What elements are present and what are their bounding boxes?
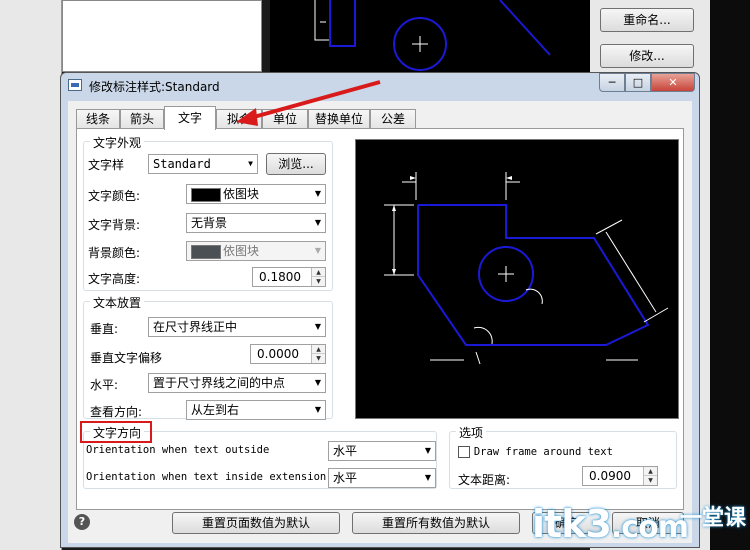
chevron-down-icon: ▼ [314, 189, 321, 198]
background-color-label: 背景颜色: [88, 246, 141, 260]
background-preview [270, 0, 590, 72]
watermark: itk3.com 一堂课 [532, 500, 750, 550]
title-bar[interactable]: 修改标注样式:Standard ─ □ ✕ [61, 73, 699, 99]
text-style-select[interactable]: Standard ▼ [148, 154, 258, 174]
text-tab-panel: 文字外观 文字样 Standard ▼ 浏览... 文字颜色: 依图块 ▼ 文字背景… [76, 128, 684, 510]
options-group: 选项 Draw frame around text 文本距离: 0.0900 ▲… [449, 424, 677, 489]
maximize-button[interactable]: □ [625, 73, 651, 92]
draw-frame-label: Draw frame around text [473, 446, 613, 458]
spin-up-icon[interactable]: ▲ [311, 268, 325, 277]
browse-button[interactable]: 浏览... [266, 153, 326, 175]
outside-orientation-value: 水平 [333, 444, 358, 458]
view-direction-select[interactable]: 从左到右 ▼ [186, 400, 326, 420]
vertical-label: 垂直: [90, 322, 119, 336]
text-color-value: 依图块 [223, 187, 260, 201]
help-icon[interactable]: ? [74, 514, 90, 530]
text-distance-spinner[interactable]: 0.0900 ▲ ▼ [582, 466, 658, 486]
tab-fit[interactable]: 拟合 [216, 109, 262, 129]
horizontal-label: 水平: [90, 378, 119, 392]
text-placement-title: 文本放置 [90, 294, 145, 311]
text-distance-value: 0.0900 [589, 469, 631, 483]
chevron-down-icon: ▼ [314, 246, 321, 255]
text-style-label: 文字样 [88, 158, 125, 172]
watermark-sub: 一堂课 [679, 506, 746, 531]
text-distance-label: 文本距离: [458, 473, 511, 487]
text-height-value: 0.1800 [259, 270, 301, 284]
text-color-swatch [191, 187, 221, 202]
text-height-label: 文字高度: [88, 272, 141, 286]
chevron-down-icon: ▼ [248, 159, 253, 168]
spin-up-icon[interactable]: ▲ [643, 467, 657, 476]
draw-frame-checkbox[interactable] [458, 445, 470, 458]
tab-text[interactable]: 文字 [164, 106, 216, 130]
chevron-down-icon: ▼ [314, 378, 321, 387]
inside-orientation-value: 水平 [333, 471, 358, 485]
outside-orientation-select[interactable]: 水平 ▼ [328, 441, 436, 461]
text-color-label: 文字颜色: [88, 189, 141, 203]
background-color-swatch [191, 244, 221, 259]
text-height-spinner[interactable]: 0.1800 ▲ ▼ [252, 267, 326, 287]
background-edge [710, 0, 750, 550]
chevron-down-icon: ▼ [314, 405, 321, 414]
text-placement-group: 文本放置 垂直: 在尺寸界线正中 ▼ 垂直文字偏移 0.0000 ▲ ▼ 水平: … [83, 294, 333, 420]
vertical-offset-spinner[interactable]: 0.0000 ▲ ▼ [250, 344, 326, 364]
close-button[interactable]: ✕ [651, 73, 695, 92]
text-background-value: 无背景 [191, 216, 228, 230]
vertical-offset-value: 0.0000 [257, 347, 299, 361]
tab-lines[interactable]: 线条 [76, 109, 120, 129]
chevron-down-icon: ▼ [424, 446, 431, 455]
tab-arrows[interactable]: 箭头 [120, 109, 164, 129]
spin-down-icon[interactable]: ▼ [643, 476, 657, 485]
dialog-client: 线条 箭头 文字 拟合 单位 替换单位 公差 文字外观 文字样 Standard… [68, 101, 692, 543]
background-color-select[interactable]: 依图块 ▼ [186, 241, 326, 261]
inside-orientation-select[interactable]: 水平 ▼ [328, 468, 436, 488]
text-appearance-title: 文字外观 [90, 134, 145, 151]
background-panel-left [0, 0, 62, 550]
modify-button[interactable]: 修改... [600, 44, 694, 68]
text-style-value: Standard [153, 157, 211, 171]
dimension-preview-drawing [384, 172, 669, 365]
vertical-offset-label: 垂直文字偏移 [90, 351, 163, 365]
window-controls: ─ □ ✕ [599, 73, 695, 93]
tab-tolerances[interactable]: 公差 [370, 109, 416, 129]
draw-frame-checkbox-row[interactable]: Draw frame around text [458, 444, 613, 458]
spin-down-icon[interactable]: ▼ [311, 277, 325, 286]
style-list[interactable] [62, 0, 262, 72]
background-color-value: 依图块 [223, 244, 260, 258]
rename-button[interactable]: 重命名... [600, 8, 694, 32]
text-background-label: 文字背景: [88, 218, 141, 232]
window-icon [68, 79, 82, 91]
text-background-select[interactable]: 无背景 ▼ [186, 213, 326, 233]
chevron-down-icon: ▼ [314, 218, 321, 227]
inside-orientation-label: Orientation when text inside extension [86, 471, 327, 483]
reset-all-values-button[interactable]: 重置所有数值为默认 [352, 512, 520, 534]
vertical-value: 在尺寸界线正中 [153, 320, 238, 334]
text-appearance-group: 文字外观 文字样 Standard ▼ 浏览... 文字颜色: 依图块 ▼ 文字背景… [83, 134, 333, 291]
view-direction-value: 从左到右 [191, 403, 240, 417]
dialog-title: 修改标注样式:Standard [89, 80, 220, 94]
preview-window [355, 139, 679, 419]
modify-dimension-style-dialog: 修改标注样式:Standard ─ □ ✕ 线条 箭头 文字 拟合 单位 替换单… [60, 72, 700, 548]
horizontal-select[interactable]: 置于尺寸界线之间的中点 ▼ [148, 373, 326, 393]
tab-alternate-units[interactable]: 替换单位 [308, 109, 370, 129]
spin-down-icon[interactable]: ▼ [311, 354, 325, 363]
text-color-select[interactable]: 依图块 ▼ [186, 184, 326, 204]
background-preview-drawing [314, 0, 551, 71]
options-title: 选项 [456, 424, 487, 441]
vertical-select[interactable]: 在尺寸界线正中 ▼ [148, 317, 326, 337]
horizontal-value: 置于尺寸界线之间的中点 [153, 376, 286, 390]
tab-units[interactable]: 单位 [262, 109, 308, 129]
watermark-logo: itk3.com [532, 502, 689, 546]
minimize-button[interactable]: ─ [599, 73, 625, 92]
outside-orientation-label: Orientation when text outside [86, 444, 270, 456]
chevron-down-icon: ▼ [314, 322, 321, 331]
spin-up-icon[interactable]: ▲ [311, 345, 325, 354]
view-direction-label: 查看方向: [90, 405, 143, 419]
reset-page-values-button[interactable]: 重置页面数值为默认 [172, 512, 340, 534]
highlight-box [80, 421, 152, 443]
chevron-down-icon: ▼ [424, 473, 431, 482]
